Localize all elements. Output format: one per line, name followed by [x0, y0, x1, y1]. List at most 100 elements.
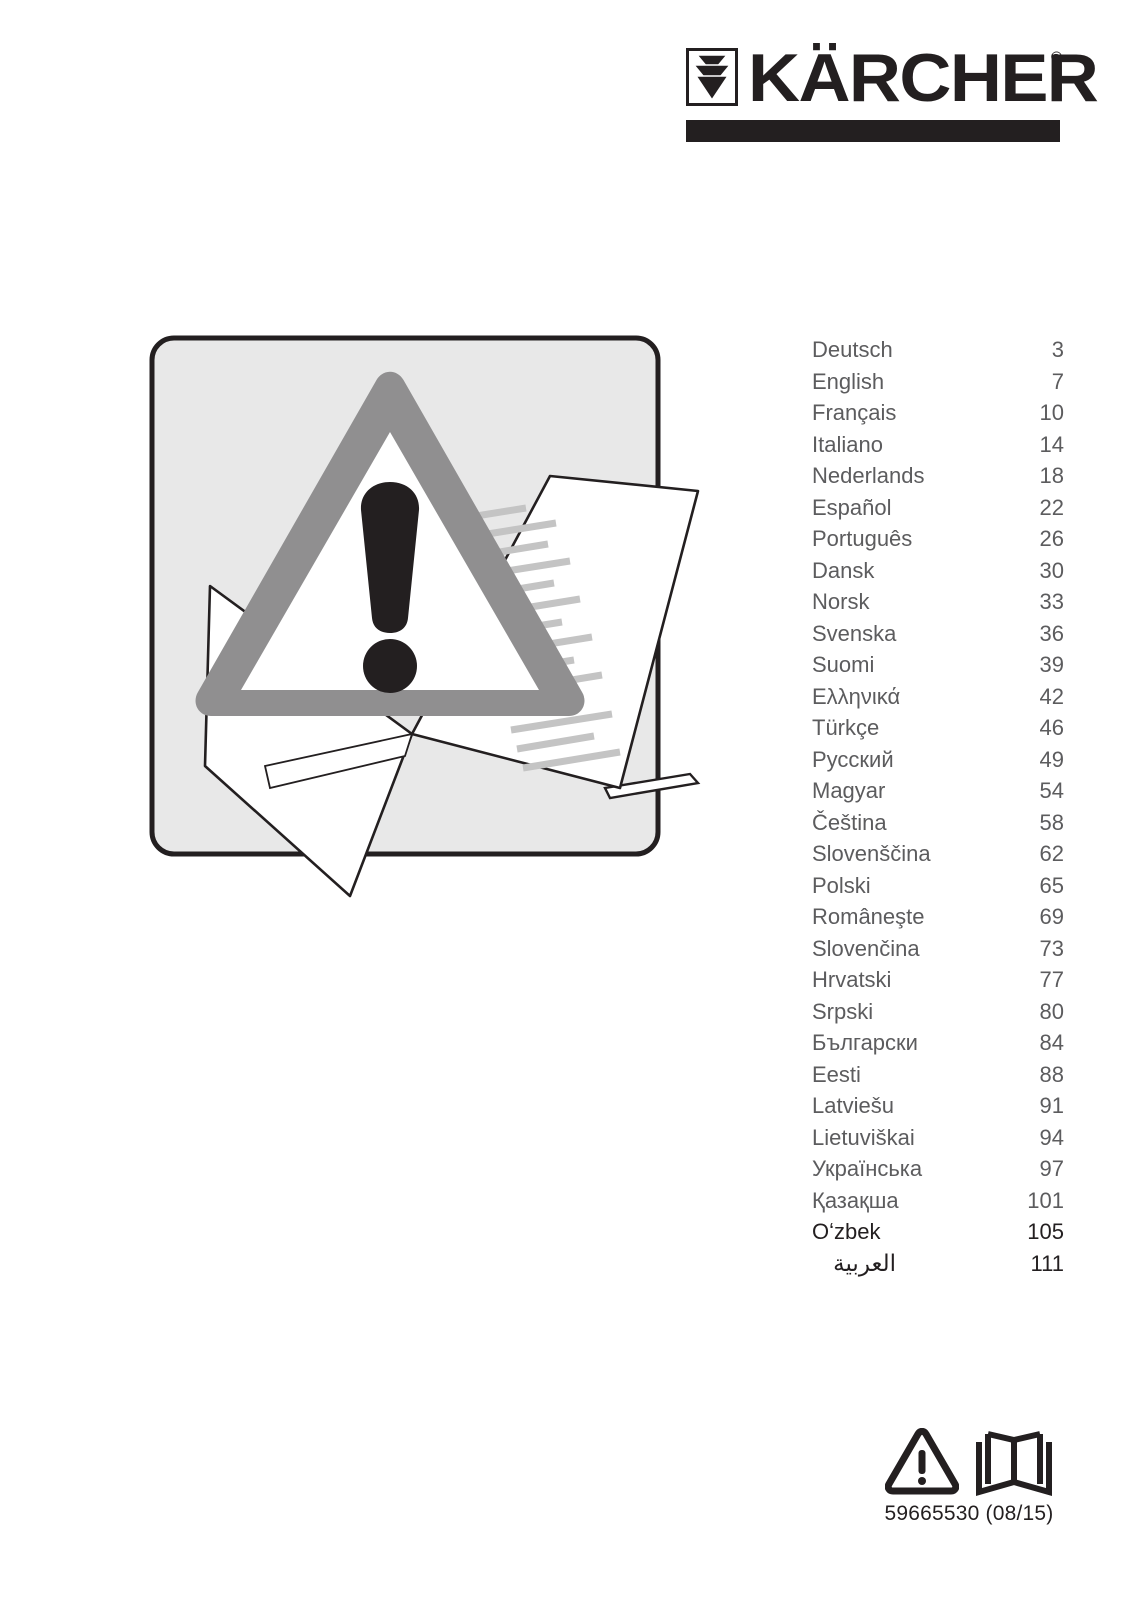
language-page-number: 26	[1039, 526, 1064, 551]
footer-icon-group	[874, 1418, 1064, 1496]
language-name: Slovenčina	[812, 935, 920, 961]
language-row[interactable]: Hrvatski 77	[806, 964, 1064, 996]
language-page-number: 101	[1027, 1187, 1064, 1213]
language-row[interactable]: Româneşte 69	[806, 901, 1064, 933]
language-row[interactable]: Srpski 80	[806, 996, 1064, 1028]
language-row[interactable]: Slovenčina 73	[806, 933, 1064, 965]
language-row[interactable]: Čeština 58	[806, 807, 1064, 839]
language-row[interactable]: العربية 111	[806, 1248, 1064, 1280]
language-name: Қазақша	[812, 1187, 899, 1213]
brand-header: KÄRCHER ®	[686, 44, 1099, 144]
language-page-number: 18	[1039, 463, 1064, 488]
language-page-number: 111	[1030, 1250, 1064, 1276]
brand-wordmark: KÄRCHER	[748, 40, 1099, 116]
language-name: Español	[812, 494, 892, 520]
language-row[interactable]: Eesti 88	[806, 1059, 1064, 1091]
open-book-icon	[975, 1430, 1053, 1496]
language-page-number: 91	[1039, 1093, 1064, 1118]
language-page-number: 54	[1039, 778, 1064, 803]
language-name: Nederlands	[812, 463, 925, 488]
language-page-number: 7	[1051, 368, 1064, 394]
language-page-number: 58	[1039, 809, 1064, 835]
language-row[interactable]: English 7	[806, 366, 1064, 398]
brand-underline-bar	[686, 120, 1060, 142]
language-row[interactable]: Українська 97	[806, 1153, 1064, 1185]
language-name: Slovenščina	[812, 841, 931, 866]
language-page-number: 77	[1039, 967, 1064, 992]
language-page-number: 62	[1039, 841, 1064, 866]
language-page-number: 69	[1039, 904, 1064, 929]
language-name: Hrvatski	[812, 967, 892, 992]
language-name: Lietuviškai	[812, 1124, 915, 1150]
language-page-number: 36	[1039, 620, 1064, 646]
language-page-number: 94	[1039, 1124, 1064, 1150]
language-row[interactable]: Suomi 39	[806, 649, 1064, 681]
language-row[interactable]: Slovenščina 62	[806, 838, 1064, 870]
language-page-number: 46	[1039, 715, 1064, 740]
language-row[interactable]: Қазақша 101	[806, 1185, 1064, 1217]
language-name: Eesti	[812, 1061, 861, 1087]
language-row[interactable]: Oʻzbek 105	[806, 1216, 1064, 1248]
language-name: Български	[812, 1030, 918, 1055]
language-name: Polski	[812, 872, 871, 898]
language-page-number: 3	[1051, 337, 1064, 362]
language-name: Українська	[812, 1156, 923, 1181]
language-name: Srpski	[812, 998, 874, 1024]
language-page-number: 84	[1039, 1030, 1064, 1055]
language-row[interactable]: Svenska 36	[806, 618, 1064, 650]
language-page-number: 88	[1039, 1061, 1064, 1087]
warning-manual-illustration	[149, 335, 701, 898]
language-page-number: 39	[1039, 652, 1064, 677]
language-page-number: 10	[1039, 400, 1064, 425]
language-row[interactable]: Français 10	[806, 397, 1064, 429]
language-page-number: 14	[1039, 431, 1064, 457]
language-name: Dansk	[812, 557, 875, 583]
language-name: Français	[812, 400, 897, 425]
language-row[interactable]: Български 84	[806, 1027, 1064, 1059]
language-row[interactable]: Español 22	[806, 492, 1064, 524]
language-name: Suomi	[812, 652, 875, 677]
karcher-chevron-mark-icon	[686, 48, 738, 106]
language-row[interactable]: Italiano 14	[806, 429, 1064, 461]
language-name: Latviešu	[812, 1093, 894, 1118]
language-name: Româneşte	[812, 904, 925, 929]
language-page-number: 33	[1039, 589, 1064, 614]
language-name: English	[812, 368, 885, 394]
language-name: Svenska	[812, 620, 897, 646]
language-name: Deutsch	[812, 337, 893, 362]
language-index-list: Deutsch 3 English 7 Français 10 Italiano 14 Nede…	[806, 334, 1064, 1279]
language-name: Norsk	[812, 589, 870, 614]
language-row[interactable]: Latviešu 91	[806, 1090, 1064, 1122]
language-page-number: 42	[1039, 683, 1064, 709]
registered-trademark-symbol: ®	[1050, 49, 1062, 66]
language-row[interactable]: Ελληνικά 42	[806, 681, 1064, 713]
language-row[interactable]: Türkçe 46	[806, 712, 1064, 744]
language-name: Oʻzbek	[812, 1219, 881, 1244]
footer: 59665530 (08/15)	[874, 1418, 1064, 1526]
language-row[interactable]: Polski 65	[806, 870, 1064, 902]
language-page-number: 30	[1039, 557, 1064, 583]
language-name: Magyar	[812, 778, 886, 803]
language-row[interactable]: Русский 49	[806, 744, 1064, 776]
language-page-number: 73	[1039, 935, 1064, 961]
language-row[interactable]: Norsk 33	[806, 586, 1064, 618]
language-name: العربية	[833, 1249, 896, 1276]
language-name: Türkçe	[812, 715, 880, 740]
language-page-number: 49	[1039, 746, 1064, 772]
language-row[interactable]: Dansk 30	[806, 555, 1064, 587]
language-row[interactable]: Magyar 54	[806, 775, 1064, 807]
language-page-number: 22	[1039, 494, 1064, 520]
language-row[interactable]: Lietuviškai 94	[806, 1122, 1064, 1154]
language-page-number: 97	[1039, 1156, 1064, 1181]
language-name: Русский	[812, 746, 894, 772]
language-name: Português	[812, 526, 913, 551]
warning-triangle-icon	[885, 1428, 959, 1496]
language-row[interactable]: Deutsch 3	[806, 334, 1064, 366]
part-number-label: 59665530 (08/15)	[884, 1502, 1054, 1525]
language-page-number: 80	[1039, 998, 1064, 1024]
language-page-number: 65	[1039, 872, 1064, 898]
exclamation-mark-graphic	[360, 482, 420, 693]
language-name: Čeština	[812, 809, 887, 835]
language-row[interactable]: Nederlands 18	[806, 460, 1064, 492]
language-row[interactable]: Português 26	[806, 523, 1064, 555]
